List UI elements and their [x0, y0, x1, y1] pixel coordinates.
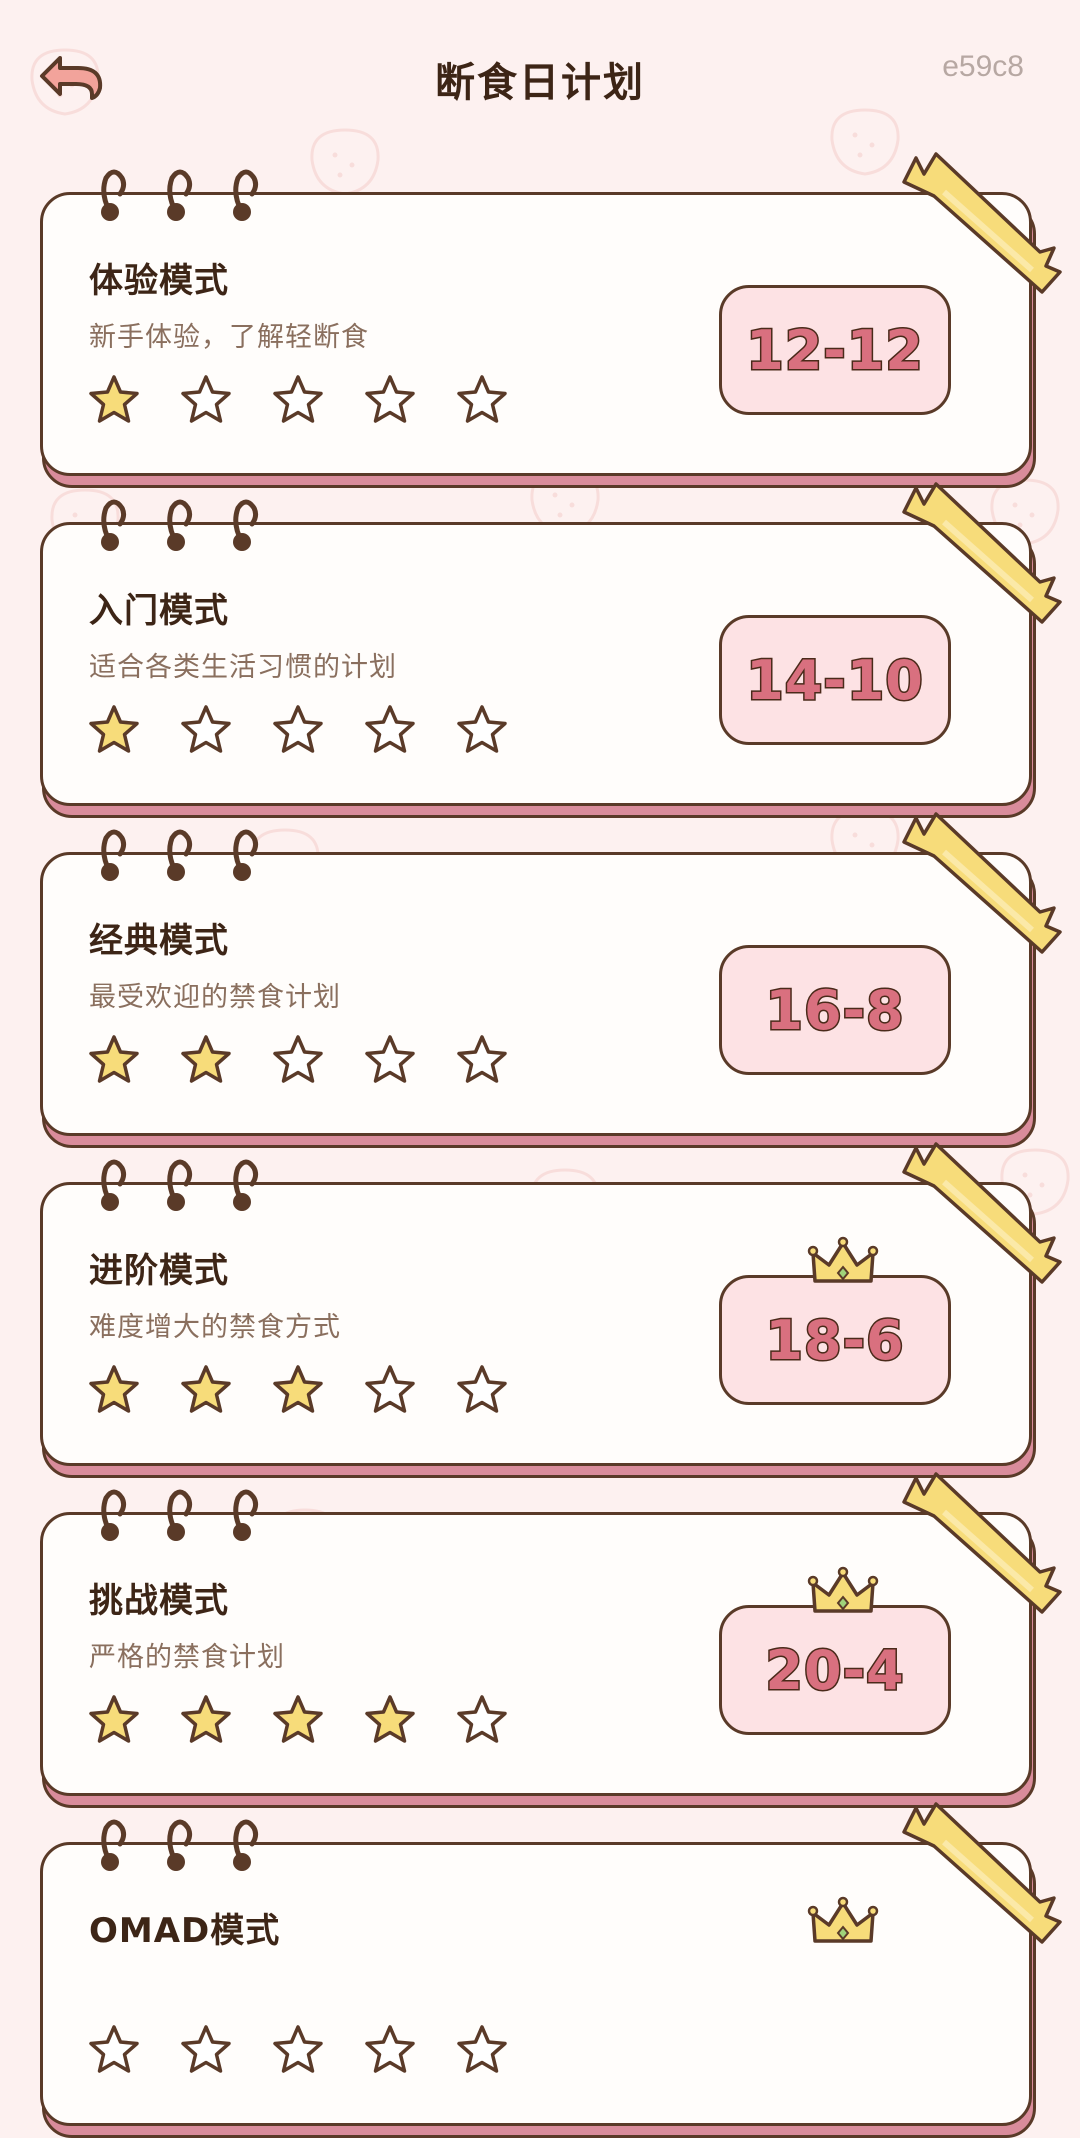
star-empty-icon — [87, 2023, 141, 2079]
ratio-label: 12-12 — [745, 317, 925, 383]
plan-card[interactable]: 入门模式适合各类生活习惯的计划 14-10 — [40, 482, 1062, 818]
ratio-label: 14-10 — [745, 647, 925, 713]
tape-ribbon-icon — [902, 152, 1062, 294]
star-empty-icon — [179, 373, 233, 429]
plan-card[interactable]: 体验模式新手体验，了解轻断食 12-12 — [40, 152, 1062, 488]
star-empty-icon — [455, 373, 509, 429]
plan-description: 难度增大的禁食方式 — [89, 1312, 341, 1343]
star-empty-icon — [271, 373, 325, 429]
star-filled-icon — [363, 1693, 417, 1749]
plan-title: 入门模式 — [89, 591, 229, 631]
ratio-label: 18-6 — [764, 1307, 905, 1373]
star-empty-icon — [455, 2023, 509, 2079]
plan-card[interactable]: 经典模式最受欢迎的禁食计划 16-8 — [40, 812, 1062, 1148]
ratio-label: 16-8 — [764, 977, 905, 1043]
difficulty-stars — [87, 2023, 509, 2079]
star-filled-icon — [179, 1363, 233, 1419]
ratio-badge: 12-12 — [719, 285, 951, 415]
plan-card[interactable]: 挑战模式严格的禁食计划 20-4 — [40, 1472, 1062, 1808]
notebook-rings-icon — [101, 499, 259, 551]
plan-card[interactable]: OMAD模式 — [40, 1802, 1062, 2138]
star-empty-icon — [179, 2023, 233, 2079]
star-empty-icon — [363, 703, 417, 759]
notebook-rings-icon — [101, 1819, 259, 1871]
ratio-badge: 20-4 — [719, 1605, 951, 1735]
star-empty-icon — [455, 1693, 509, 1749]
difficulty-stars — [87, 1033, 509, 1089]
star-empty-icon — [455, 1363, 509, 1419]
ratio-label: 20-4 — [764, 1637, 905, 1703]
star-empty-icon — [363, 2023, 417, 2079]
star-filled-icon — [87, 1693, 141, 1749]
star-empty-icon — [363, 1033, 417, 1089]
star-filled-icon — [87, 373, 141, 429]
plan-list: 体验模式新手体验，了解轻断食 12-12 入门模式适合各类生活习惯的计划 14-10 经… — [0, 0, 1080, 2138]
star-empty-icon — [179, 703, 233, 759]
star-filled-icon — [271, 1363, 325, 1419]
ratio-badge: 14-10 — [719, 615, 951, 745]
ratio-badge: 18-6 — [719, 1275, 951, 1405]
difficulty-stars — [87, 373, 509, 429]
plan-description: 新手体验，了解轻断食 — [89, 322, 369, 353]
ratio-badge: 16-8 — [719, 945, 951, 1075]
difficulty-stars — [87, 703, 509, 759]
plan-description: 严格的禁食计划 — [89, 1642, 285, 1673]
plan-title: 经典模式 — [89, 921, 229, 961]
star-empty-icon — [271, 2023, 325, 2079]
star-empty-icon — [455, 1033, 509, 1089]
difficulty-stars — [87, 1693, 509, 1749]
tape-ribbon-icon — [902, 1142, 1062, 1284]
tape-ribbon-icon — [902, 1802, 1062, 1944]
difficulty-stars — [87, 1363, 509, 1419]
star-empty-icon — [271, 703, 325, 759]
notebook-rings-icon — [101, 1489, 259, 1541]
plan-title: 进阶模式 — [89, 1251, 229, 1291]
star-empty-icon — [363, 373, 417, 429]
plan-card[interactable]: 进阶模式难度增大的禁食方式 18-6 — [40, 1142, 1062, 1478]
star-filled-icon — [179, 1693, 233, 1749]
tape-ribbon-icon — [902, 482, 1062, 624]
star-filled-icon — [87, 703, 141, 759]
notebook-rings-icon — [101, 1159, 259, 1211]
notebook-rings-icon — [101, 169, 259, 221]
star-empty-icon — [271, 1033, 325, 1089]
star-empty-icon — [455, 703, 509, 759]
plan-title: 挑战模式 — [89, 1581, 229, 1621]
star-empty-icon — [363, 1363, 417, 1419]
plan-title: OMAD模式 — [89, 1911, 281, 1951]
plan-description: 适合各类生活习惯的计划 — [89, 652, 397, 683]
star-filled-icon — [87, 1363, 141, 1419]
star-filled-icon — [179, 1033, 233, 1089]
star-filled-icon — [271, 1693, 325, 1749]
tape-ribbon-icon — [902, 812, 1062, 954]
plan-description: 最受欢迎的禁食计划 — [89, 982, 341, 1013]
tape-ribbon-icon — [902, 1472, 1062, 1614]
star-filled-icon — [87, 1033, 141, 1089]
notebook-rings-icon — [101, 829, 259, 881]
plan-title: 体验模式 — [89, 261, 229, 301]
